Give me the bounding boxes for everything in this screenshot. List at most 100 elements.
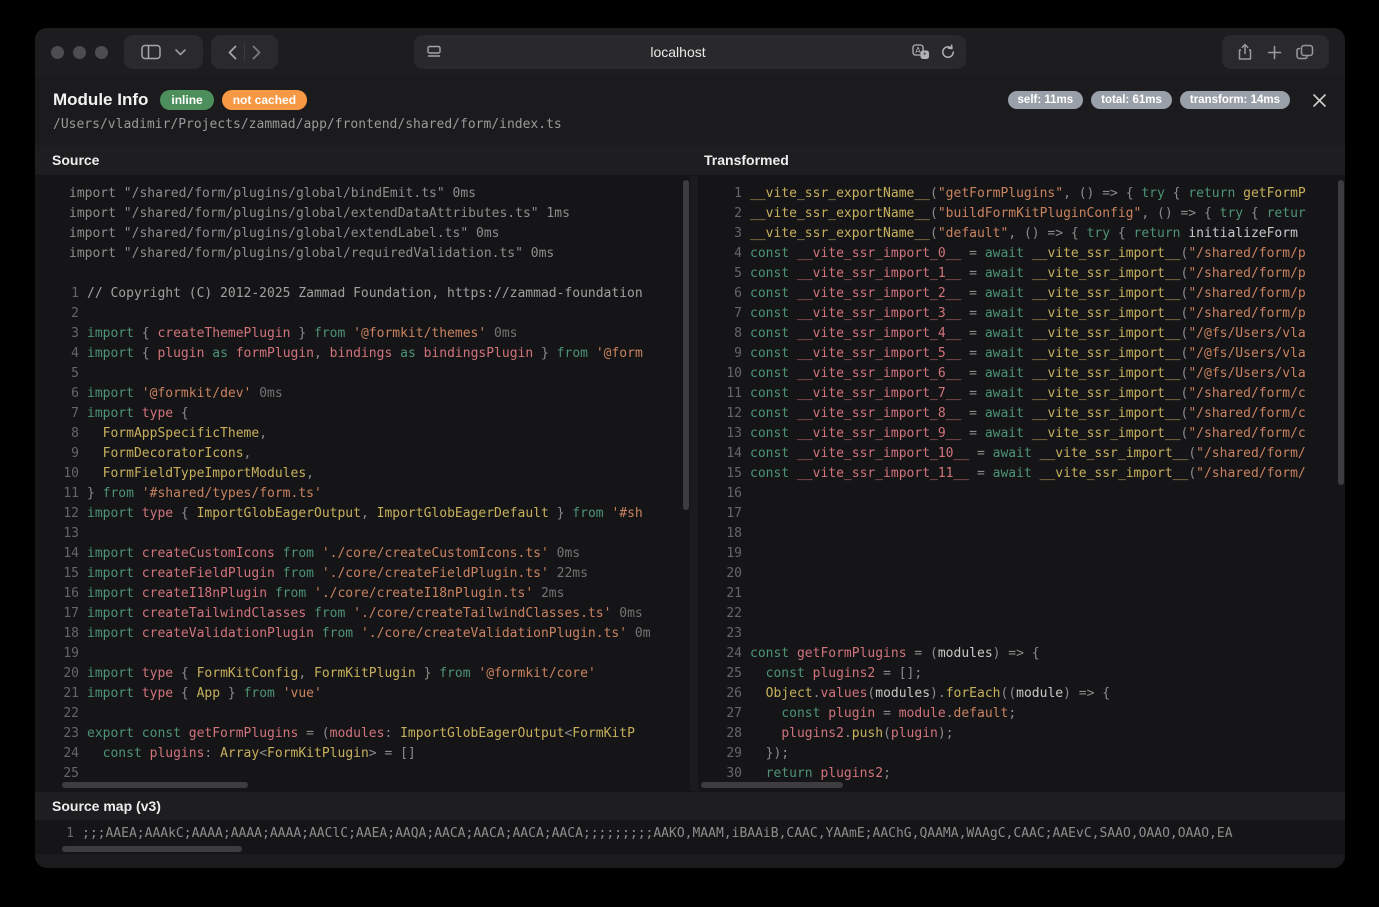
line-number: 17 <box>51 604 79 624</box>
line-number: 24 <box>51 744 79 764</box>
sidebar-toggle-button[interactable] <box>134 35 168 69</box>
url-text: localhost <box>444 44 912 60</box>
chevron-right-icon <box>252 45 261 60</box>
code-line: 5const __vite_ssr_import_1__ = await __v… <box>698 264 1345 284</box>
code-line: 12import type { ImportGlobEagerOutput, I… <box>35 504 690 524</box>
tab-overview-button[interactable] <box>1289 35 1321 69</box>
line-number: 14 <box>51 544 79 564</box>
line-number: 22 <box>51 704 79 724</box>
source-code: import "/shared/form/plugins/global/bind… <box>35 184 690 784</box>
code-line: 21import type { App } from 'vue' <box>35 684 690 704</box>
code-line: 1// Copyright (C) 2012-2025 Zammad Found… <box>35 284 690 304</box>
code-line: 1__vite_ssr_exportName__("getFormPlugins… <box>698 184 1345 204</box>
close-window-button[interactable] <box>51 46 64 59</box>
code-line: 24const getFormPlugins = (modules) => { <box>698 644 1345 664</box>
code-line: import "/shared/form/plugins/global/bind… <box>35 184 690 204</box>
sourcemap-horizontal-scrollbar[interactable] <box>62 846 242 852</box>
line-number: 19 <box>51 644 79 664</box>
line-number: 18 <box>714 524 742 544</box>
plus-icon <box>1267 45 1282 60</box>
code-line: 1;;;AAEA;AAAkC;AAAA;AAAA;AAAA;AAClC;AAEA… <box>35 824 1345 844</box>
line-number: 7 <box>51 404 79 424</box>
code-line: 22 <box>698 604 1345 624</box>
code-line: 4import { plugin as formPlugin, bindings… <box>35 344 690 364</box>
line-number: 13 <box>51 524 79 544</box>
traffic-lights <box>51 46 108 59</box>
code-line: 14import createCustomIcons from './core/… <box>35 544 690 564</box>
code-line: 11const __vite_ssr_import_7__ = await __… <box>698 384 1345 404</box>
module-file-path: /Users/vladimir/Projects/zammad/app/fron… <box>35 110 1345 132</box>
line-number: 20 <box>714 564 742 584</box>
address-bar[interactable]: localhost A * <box>414 35 966 69</box>
total-time-badge: total: 61ms <box>1091 91 1172 109</box>
source-horizontal-scrollbar[interactable] <box>62 782 248 788</box>
reload-icon <box>940 44 956 60</box>
line-number: 10 <box>51 464 79 484</box>
line-number: 3 <box>714 224 742 244</box>
self-time-badge: self: 11ms <box>1008 91 1084 109</box>
line-number: 19 <box>714 544 742 564</box>
line-number: 16 <box>714 484 742 504</box>
code-line: 8 FormAppSpecificTheme, <box>35 424 690 444</box>
transformed-vertical-scrollbar[interactable] <box>1338 180 1344 485</box>
line-number: 21 <box>714 584 742 604</box>
line-number <box>51 224 61 244</box>
line-number <box>51 264 61 284</box>
line-number: 13 <box>714 424 742 444</box>
line-number: 11 <box>51 484 79 504</box>
sidebar-menu-button[interactable] <box>168 35 193 69</box>
forward-button[interactable] <box>245 35 268 69</box>
code-line <box>35 264 690 284</box>
line-number: 27 <box>714 704 742 724</box>
code-line: 26 Object.values(modules).forEach((modul… <box>698 684 1345 704</box>
minimize-window-button[interactable] <box>73 46 86 59</box>
svg-text:A: A <box>915 46 921 55</box>
line-number: 10 <box>714 364 742 384</box>
line-number <box>51 184 61 204</box>
line-number: 4 <box>51 344 79 364</box>
source-vertical-scrollbar[interactable] <box>683 180 689 510</box>
zoom-window-button[interactable] <box>95 46 108 59</box>
code-line: 3__vite_ssr_exportName__("default", () =… <box>698 224 1345 244</box>
line-number: 5 <box>51 364 79 384</box>
svg-text:*: * <box>923 51 927 59</box>
code-line: 6import '@formkit/dev' 0ms <box>35 384 690 404</box>
code-line: import "/shared/form/plugins/global/exte… <box>35 204 690 224</box>
line-number <box>51 244 61 264</box>
line-number: 30 <box>714 764 742 784</box>
close-icon <box>1312 93 1327 108</box>
code-line: 19 <box>698 544 1345 564</box>
code-line: 8const __vite_ssr_import_4__ = await __v… <box>698 324 1345 344</box>
page-title: Module Info <box>53 90 148 110</box>
sourcemap-header: Source map (v3) <box>35 791 1345 820</box>
share-button[interactable] <box>1230 35 1260 69</box>
reader-view-button[interactable] <box>424 35 444 69</box>
line-number: 1 <box>714 184 742 204</box>
code-line: 27 const plugin = module.default; <box>698 704 1345 724</box>
sourcemap-title: Source map (v3) <box>52 798 161 814</box>
line-number: 8 <box>51 424 79 444</box>
new-tab-button[interactable] <box>1260 35 1289 69</box>
code-line: 16 <box>698 484 1345 504</box>
code-line: 25 const plugins2 = []; <box>698 664 1345 684</box>
sourcemap-code: 1;;;AAEA;AAAkC;AAAA;AAAA;AAAA;AAClC;AAEA… <box>35 824 1345 844</box>
translate-icon: A * <box>912 44 930 60</box>
line-number: 21 <box>51 684 79 704</box>
line-number: 20 <box>51 664 79 684</box>
translate-button[interactable]: A * <box>912 44 930 60</box>
code-line: 3import { createThemePlugin } from '@for… <box>35 324 690 344</box>
reload-button[interactable] <box>940 44 956 60</box>
code-line: 12const __vite_ssr_import_8__ = await __… <box>698 404 1345 424</box>
back-button[interactable] <box>221 35 244 69</box>
screen: localhost A * <box>0 0 1379 907</box>
code-line: 10 FormFieldTypeImportModules, <box>35 464 690 484</box>
line-number: 26 <box>714 684 742 704</box>
chevron-left-icon <box>228 45 237 60</box>
transformed-horizontal-scrollbar[interactable] <box>701 782 843 788</box>
tabs-icon <box>1296 44 1314 60</box>
code-line: 30 return plugins2; <box>698 764 1345 784</box>
line-number: 1 <box>51 824 74 844</box>
module-info-header: Module Info inline not cached self: 11ms… <box>35 76 1345 110</box>
close-panel-button[interactable] <box>1312 93 1327 108</box>
line-number: 16 <box>51 584 79 604</box>
